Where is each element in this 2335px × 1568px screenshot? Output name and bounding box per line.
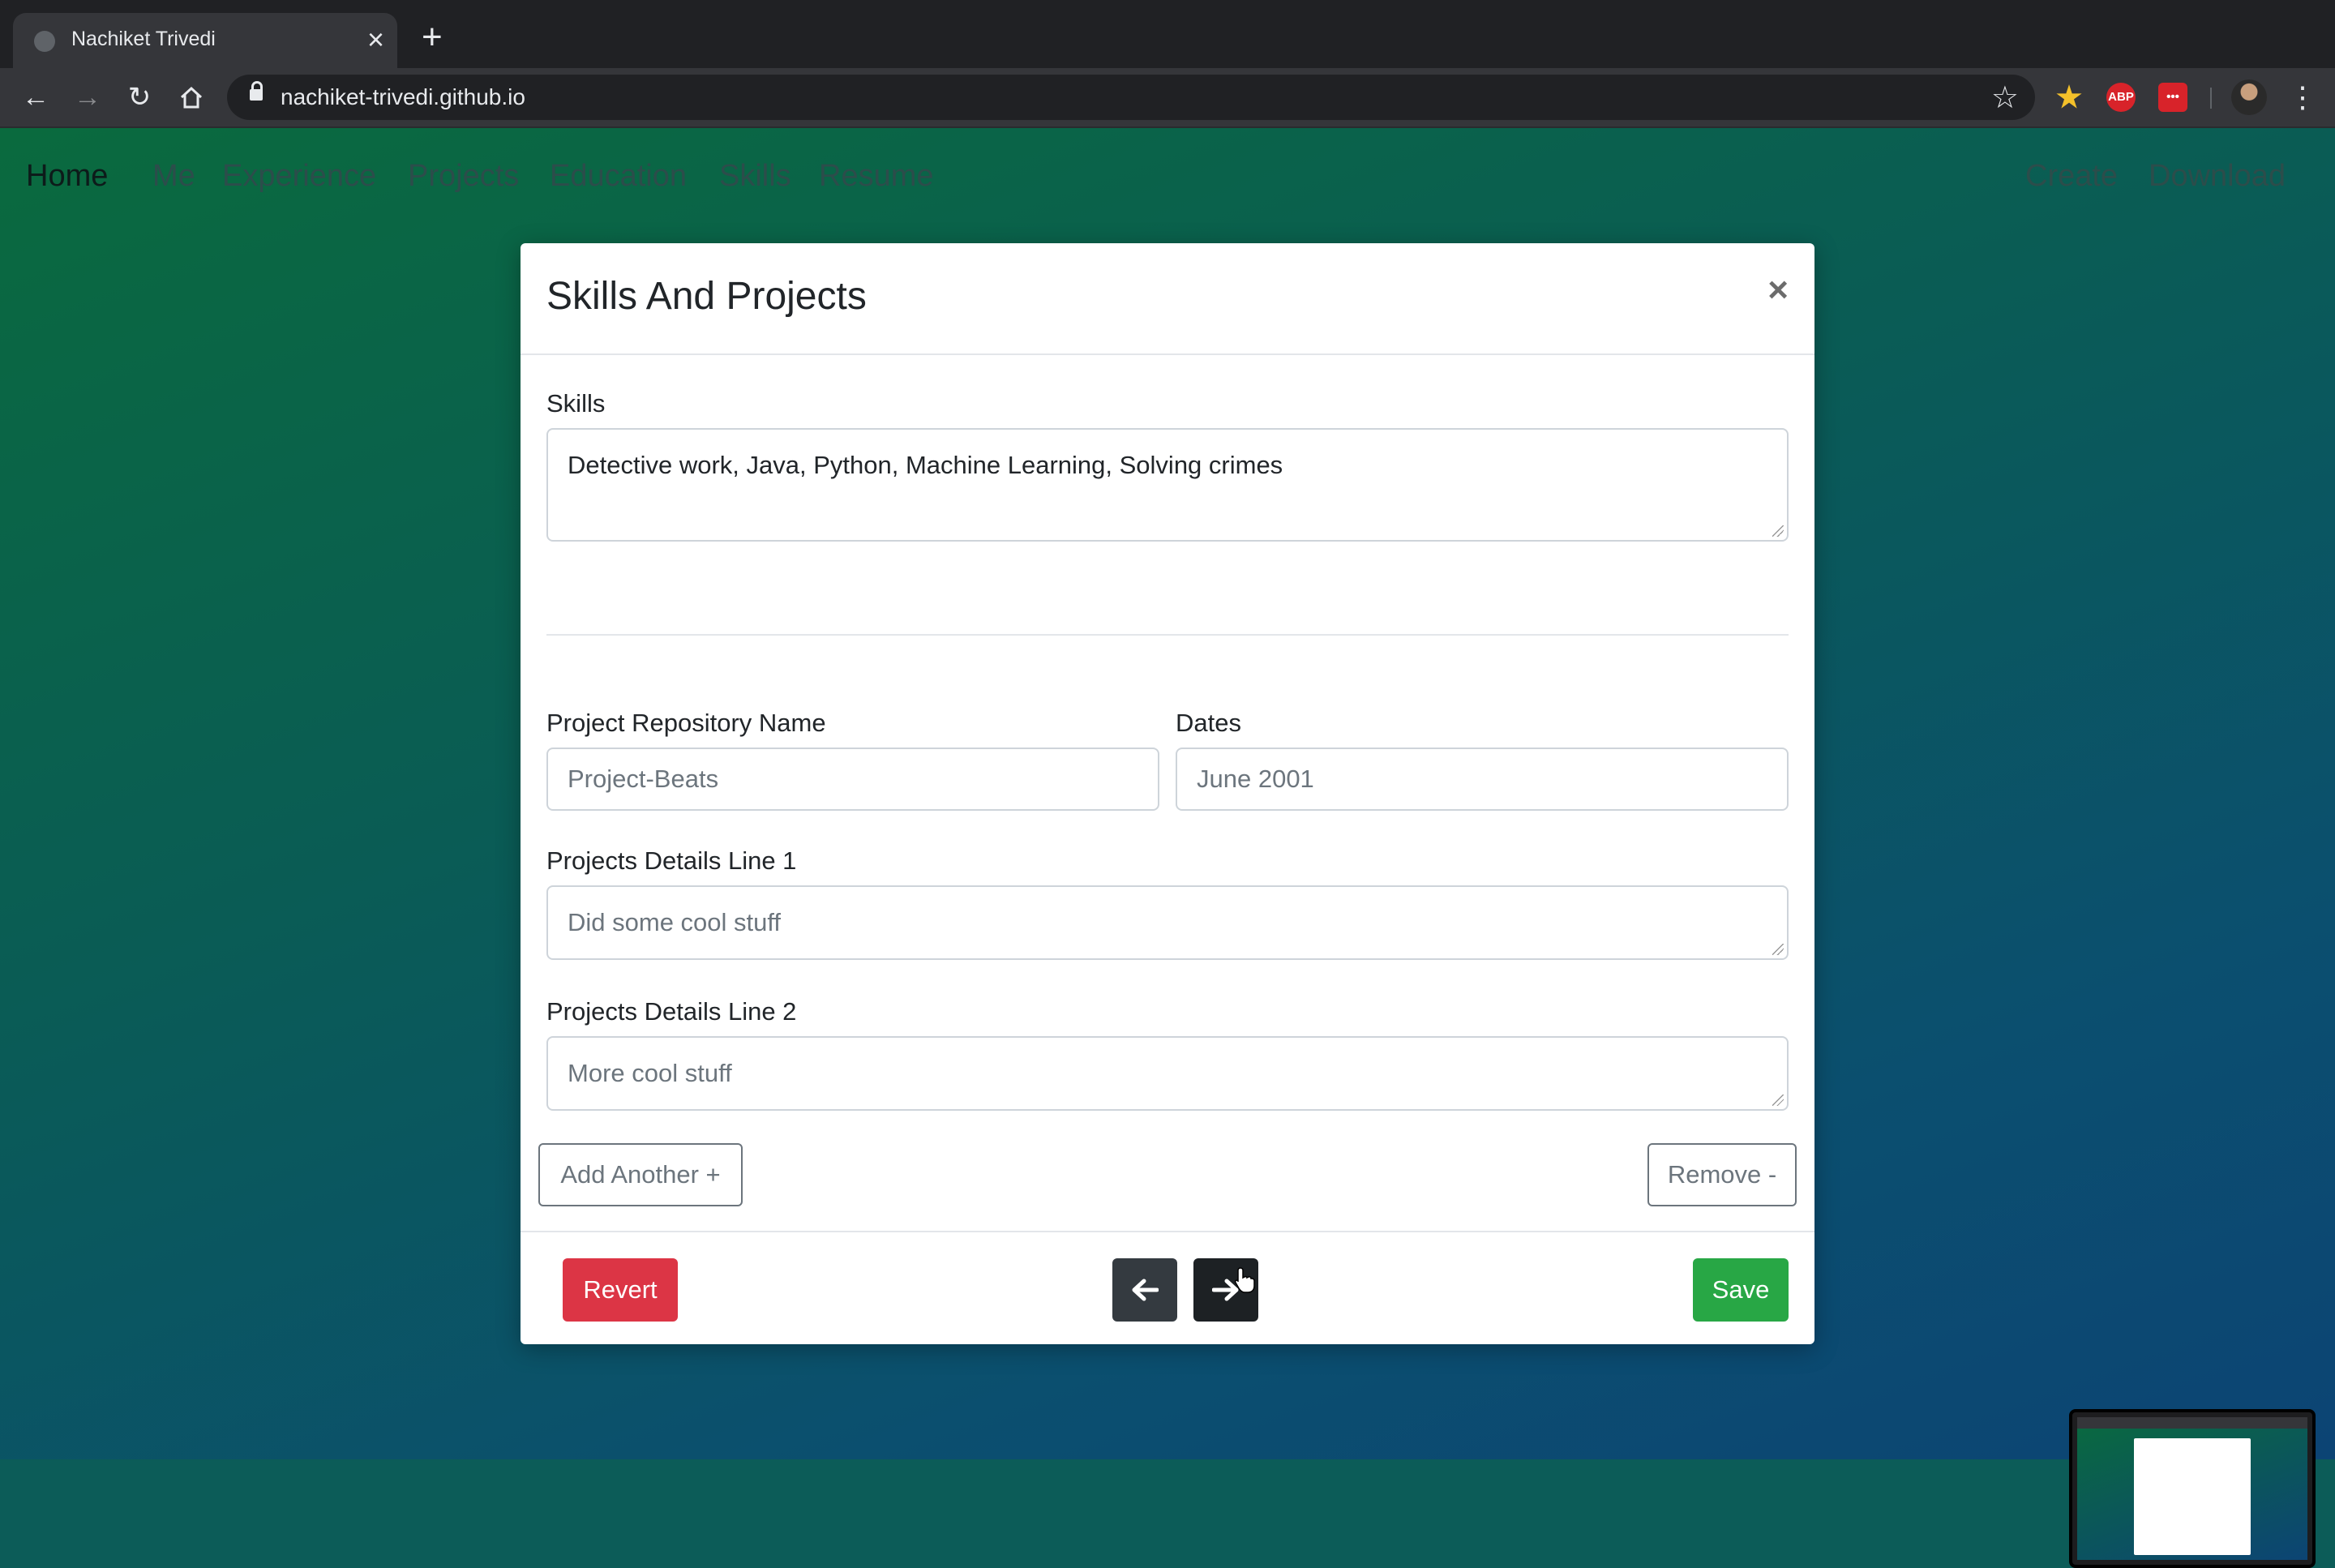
details-line2-placeholder: More cool stuff [568,1059,732,1087]
nav-me[interactable]: Me [152,159,195,194]
repo-name-label: Project Repository Name [546,709,826,737]
next-button[interactable] [1193,1258,1258,1322]
skills-label: Skills [546,389,606,418]
nav-projects[interactable]: Projects [408,159,519,194]
back-icon[interactable]: ← [18,79,54,115]
dates-label: Dates [1176,709,1241,737]
home-icon[interactable] [174,79,209,115]
screenshot-thumbnail[interactable] [2069,1409,2316,1568]
browser-tab[interactable]: Nachiket Trivedi × [13,13,397,68]
revert-button[interactable]: Revert [563,1258,678,1322]
profile-avatar[interactable] [2231,79,2267,115]
nav-skills[interactable]: Skills [719,159,791,194]
thumbnail-screen [2077,1417,2307,1560]
thumbnail-browser-bar [2077,1417,2307,1429]
url-text[interactable]: nachiket-trivedi.github.io [281,84,525,110]
nav-home[interactable]: Home [26,159,108,194]
skills-projects-modal: Skills And Projects × Skills Detective w… [521,243,1814,1344]
add-another-button[interactable]: Add Another + [538,1143,743,1206]
nav-education[interactable]: Education [550,159,687,194]
details-line2-label: Projects Details Line 2 [546,997,797,1026]
skills-textarea[interactable]: Detective work, Java, Python, Machine Le… [546,428,1789,542]
extension-star-icon[interactable]: ★ [2054,83,2084,112]
repo-name-input[interactable]: Project-Beats [546,748,1159,811]
browser-tab-bar: Nachiket Trivedi × + [0,0,2335,68]
address-bar[interactable]: nachiket-trivedi.github.io ☆ [227,75,2035,120]
save-button[interactable]: Save [1693,1258,1789,1322]
toolbar-divider [2210,88,2212,109]
modal-footer: Revert Save [521,1231,1814,1346]
thumbnail-modal [2134,1438,2251,1555]
resize-grip-icon[interactable] [1772,1095,1784,1106]
resize-grip-icon[interactable] [1772,525,1784,537]
details-line2-textarea[interactable]: More cool stuff [546,1036,1789,1111]
reload-icon[interactable]: ↻ [122,79,157,115]
nav-download[interactable]: Download [2149,159,2286,194]
browser-toolbar: ← → ↻ nachiket-trivedi.github.io ☆ ★ ABP… [0,68,2335,128]
repo-name-placeholder: Project-Beats [568,765,719,793]
page-background: Home Me Experience Projects Education Sk… [0,128,2335,1568]
nav-experience[interactable]: Experience [222,159,376,194]
arrow-left-icon [1132,1279,1159,1301]
previous-button[interactable] [1112,1258,1177,1322]
close-icon[interactable]: × [1767,272,1789,308]
nav-create[interactable]: Create [2025,159,2118,194]
remove-button[interactable]: Remove - [1647,1143,1797,1206]
modal-header: Skills And Projects × [521,243,1814,355]
forward-icon[interactable]: → [70,79,105,115]
details-line1-label: Projects Details Line 1 [546,846,797,875]
tab-close-icon[interactable]: × [367,24,384,56]
nav-resume[interactable]: Resume [819,159,934,194]
bookmark-star-icon[interactable]: ☆ [1991,79,2019,116]
skills-value: Detective work, Java, Python, Machine Le… [568,451,1283,479]
dates-placeholder: June 2001 [1197,765,1314,793]
new-tab-button[interactable]: + [422,19,443,55]
adblock-icon[interactable]: ABP [2106,83,2136,112]
tab-title: Nachiket Trivedi [71,28,216,50]
dates-input[interactable]: June 2001 [1176,748,1789,811]
resize-grip-icon[interactable] [1772,944,1784,955]
lastpass-icon[interactable]: ••• [2158,83,2187,112]
lock-icon [250,81,263,101]
section-divider [546,634,1789,636]
hand-cursor-icon [1235,1267,1255,1293]
globe-icon [34,31,55,52]
details-line1-placeholder: Did some cool stuff [568,908,782,936]
details-line1-textarea[interactable]: Did some cool stuff [546,885,1789,960]
browser-menu-icon[interactable]: ⋮ [2288,79,2317,115]
modal-title: Skills And Projects [546,275,867,318]
site-navbar: Home Me Experience Projects Education Sk… [0,128,2335,229]
